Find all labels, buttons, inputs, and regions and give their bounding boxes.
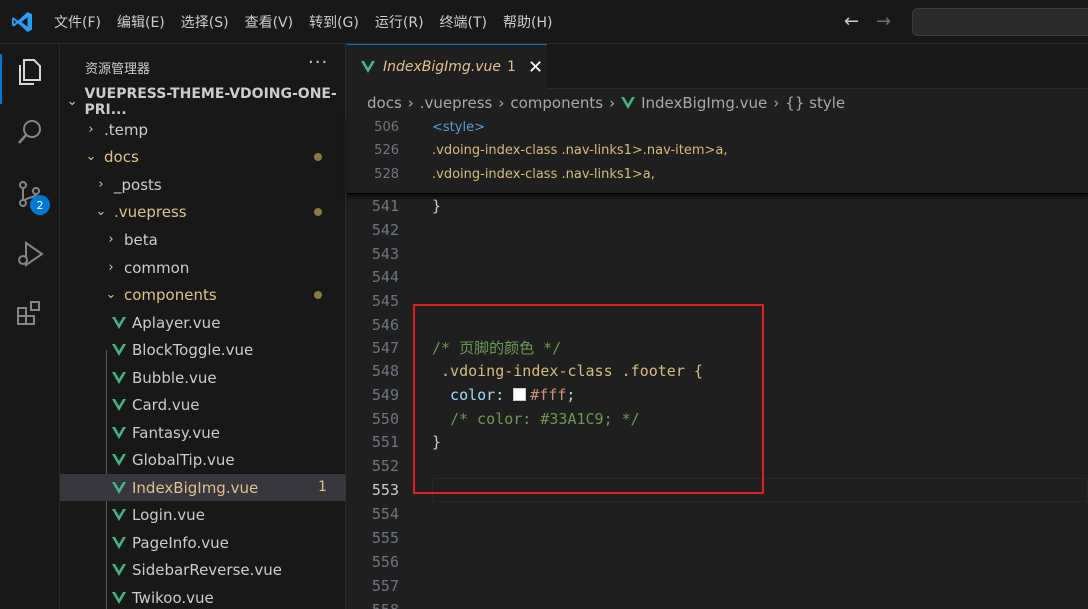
modified-dot <box>314 153 322 161</box>
vue-file-icon <box>112 591 126 604</box>
explorer-sidebar: 资源管理器 ··· ⌄ VUEPRESS-THEME-VDOING-ONE-PR… <box>60 44 346 609</box>
close-icon[interactable]: ✕ <box>528 57 543 78</box>
chevron-right-icon: › <box>108 260 114 275</box>
file-sidebarreverse[interactable]: SidebarReverse.vue <box>60 556 346 583</box>
file-globaltip[interactable]: GlobalTip.vue <box>60 446 346 473</box>
forward-arrow-icon[interactable]: → <box>876 11 891 32</box>
folder-docs[interactable]: ⌄ docs <box>60 143 346 170</box>
modified-dot <box>314 291 322 299</box>
code-line: 556 <box>371 553 399 571</box>
vue-file-icon <box>112 343 126 356</box>
file-pageinfo[interactable]: PageInfo.vue <box>60 529 346 556</box>
chevron-down-icon: ⌄ <box>105 287 117 302</box>
menu-edit[interactable]: 编辑(E) <box>117 12 165 32</box>
editor-tabs: IndexBigImg.vue 1 ✕ <box>347 44 1088 89</box>
menu-view[interactable]: 查看(V) <box>245 12 294 32</box>
chevron-right-icon: › <box>98 177 104 192</box>
workspace-root[interactable]: ⌄ VUEPRESS-THEME-VDOING-ONE-PRI... <box>60 86 346 118</box>
chevron-down-icon: ⌄ <box>85 149 97 164</box>
vscode-logo-icon <box>12 12 32 32</box>
folder-common[interactable]: › common <box>60 254 346 281</box>
sticky-line[interactable]: 506 <style> <box>347 116 1088 140</box>
activity-bar: 2 <box>0 44 60 609</box>
sticky-line[interactable]: 526 .vdoing-index-class .nav-links1>.nav… <box>347 139 1088 163</box>
breadcrumb-file[interactable]: IndexBigImg.vue <box>641 94 767 112</box>
menu-selection[interactable]: 选择(S) <box>181 12 229 32</box>
folder-vuepress[interactable]: ⌄ .vuepress <box>60 198 346 225</box>
chevron-down-icon: ⌄ <box>66 94 78 109</box>
active-indicator <box>0 54 2 104</box>
code-line: 543 <box>371 245 399 263</box>
more-actions-icon[interactable]: ··· <box>308 52 328 73</box>
code-line: 544 <box>371 268 399 286</box>
code-line: 555 <box>371 529 399 547</box>
explorer-title: 资源管理器 <box>85 62 151 77</box>
menu-run[interactable]: 运行(R) <box>375 12 424 32</box>
chevron-right-icon: › <box>498 94 505 112</box>
vue-file-icon <box>112 453 126 466</box>
highlight-annotation-box <box>413 304 764 494</box>
folder-temp[interactable]: › .temp <box>60 116 346 143</box>
vue-file-icon <box>112 563 126 576</box>
file-aplayer[interactable]: Aplayer.vue <box>60 309 346 336</box>
tab-indexbigimg[interactable]: IndexBigImg.vue 1 ✕ <box>347 44 547 89</box>
vue-file-icon <box>112 536 126 549</box>
chevron-right-icon: › <box>773 94 780 112</box>
extensions-icon[interactable] <box>14 298 46 330</box>
vue-file-icon <box>112 371 126 384</box>
chevron-right-icon: › <box>108 232 114 247</box>
breadcrumb-vuepress[interactable]: .vuepress <box>420 94 493 112</box>
explorer-icon[interactable] <box>14 56 46 88</box>
source-control-badge: 2 <box>30 195 50 215</box>
menu-bar: 文件(F) 编辑(E) 选择(S) 查看(V) 转到(G) 运行(R) 终端(T… <box>54 0 568 44</box>
file-twikoo[interactable]: Twikoo.vue <box>60 584 346 609</box>
file-indexbigimg[interactable]: IndexBigImg.vue 1 <box>60 474 346 501</box>
folder-beta[interactable]: › beta <box>60 226 346 253</box>
code-line: 558 <box>347 598 1088 609</box>
file-bubble[interactable]: Bubble.vue <box>60 364 346 391</box>
vue-file-icon <box>361 61 375 73</box>
chevron-right-icon: › <box>407 94 414 112</box>
vue-file-icon <box>621 97 636 109</box>
sticky-line[interactable]: 528 .vdoing-index-class .nav-links1>a, <box>347 163 1088 187</box>
search-icon[interactable] <box>14 116 46 148</box>
modified-dot <box>314 208 322 216</box>
sticky-scroll[interactable]: 506 <style> 526 .vdoing-index-class .nav… <box>347 116 1088 194</box>
folder-posts[interactable]: › _posts <box>60 171 346 198</box>
code-line: 541 } <box>371 197 442 215</box>
problem-count: 1 <box>318 479 327 495</box>
breadcrumb-docs[interactable]: docs <box>367 94 402 112</box>
vue-file-icon <box>112 426 126 439</box>
tab-problem-count: 1 <box>507 59 516 75</box>
menu-help[interactable]: 帮助(H) <box>503 12 552 32</box>
code-line: 554 <box>371 505 399 523</box>
code-line: 557 <box>371 577 399 595</box>
file-blocktoggle[interactable]: BlockToggle.vue <box>60 336 346 363</box>
menu-go[interactable]: 转到(G) <box>309 12 359 32</box>
chevron-right-icon: › <box>88 122 94 137</box>
chevron-down-icon: ⌄ <box>95 204 107 219</box>
vue-file-icon <box>112 508 126 521</box>
breadcrumb: docs › .vuepress › components › IndexBig… <box>367 90 845 116</box>
vue-file-icon <box>112 398 126 411</box>
file-login[interactable]: Login.vue <box>60 501 346 528</box>
vue-file-icon <box>112 316 126 329</box>
command-center-search[interactable] <box>912 8 1088 36</box>
code-line: 542 <box>371 221 399 239</box>
breadcrumb-components[interactable]: components <box>510 94 603 112</box>
chevron-right-icon: › <box>609 94 616 112</box>
title-bar: 文件(F) 编辑(E) 选择(S) 查看(V) 转到(G) 运行(R) 终端(T… <box>0 0 1088 44</box>
menu-file[interactable]: 文件(F) <box>54 12 101 32</box>
file-fantasy[interactable]: Fantasy.vue <box>60 419 346 446</box>
back-arrow-icon[interactable]: ← <box>844 11 859 32</box>
run-debug-icon[interactable] <box>14 238 46 270</box>
vue-file-icon <box>112 481 126 494</box>
folder-components[interactable]: ⌄ components <box>60 281 346 308</box>
file-card[interactable]: Card.vue <box>60 391 346 418</box>
menu-terminal[interactable]: 终端(T) <box>440 12 487 32</box>
breadcrumb-symbol[interactable]: {} style <box>785 94 845 112</box>
